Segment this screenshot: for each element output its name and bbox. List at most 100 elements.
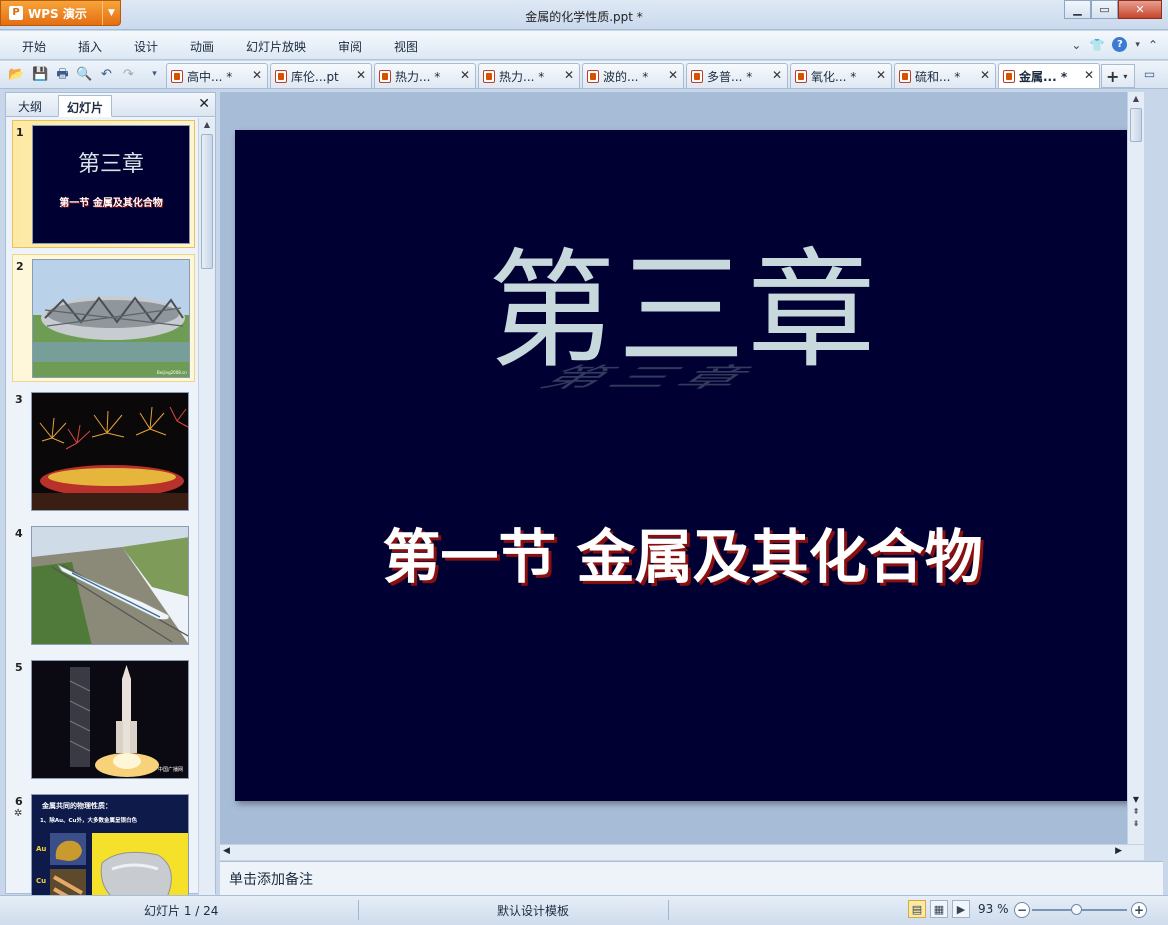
menu-slideshow[interactable]: 幻灯片放映 [246,38,306,55]
menu-animation[interactable]: 动画 [190,38,214,55]
zoom-in-icon[interactable]: + [1131,902,1147,918]
help-icon[interactable]: ? [1112,37,1128,52]
editor-horizontal-scrollbar[interactable]: ◀ ▶ [220,844,1144,860]
scroll-left-icon[interactable]: ◀ [223,846,230,856]
fireworks-image [32,393,188,510]
close-icon[interactable]: ✕ [1084,68,1094,82]
slide-thumbnail[interactable]: 2 Beijing2008.cn [12,254,195,382]
slide-thumbnail[interactable]: 6 ✲ 金属共同的物理性质： 1、除Au、Cu外，大多数金属呈银白色 Au Cu [12,790,195,895]
chevron-down-icon: ▾ [1123,71,1128,81]
menu-review[interactable]: 审阅 [338,38,362,55]
doc-tab[interactable]: 热力... * ✕ [374,63,476,88]
doc-tab[interactable]: 氧化... * ✕ [790,63,892,88]
thumbnail-list: 1 第三章 第一节 金属及其化合物 2 Beijing2008.cn 3 4 5… [6,118,198,895]
ppt-file-icon [483,69,495,83]
menu-start[interactable]: 开始 [22,38,46,55]
doc-tab[interactable]: 高中... * ✕ [166,63,268,88]
tab-list-icon[interactable]: ▭ [1141,66,1158,83]
normal-view-icon[interactable]: ▤ [908,900,926,918]
slide-subtitle[interactable]: 第一节 金属及其化合物 [235,510,1130,594]
close-button[interactable]: ✕ [1118,0,1162,19]
print-preview-icon[interactable]: 🔍 [76,66,93,83]
slide-preview [31,526,189,645]
tab-label: 氧化... * [811,69,857,84]
scroll-right-icon[interactable]: ▶ [1115,846,1122,856]
print-icon[interactable]: 🖶 [54,66,71,83]
doc-tab-active[interactable]: 金属... * ✕ [998,63,1100,88]
slide-preview: 金属共同的物理性质： 1、除Au、Cu外，大多数金属呈银白色 Au Cu [31,794,189,895]
watermark-text: 中国广播网 [158,766,183,773]
close-icon[interactable]: ✕ [668,68,678,82]
doc-tab[interactable]: 库伦...pt ✕ [270,63,372,88]
zoom-slider-knob[interactable] [1071,904,1082,915]
close-icon[interactable]: ✕ [356,68,366,82]
maximize-button[interactable]: ▭ [1091,0,1118,19]
slide-number: 4 [15,527,23,540]
doc-tab[interactable]: 硫和... * ✕ [894,63,996,88]
current-slide[interactable]: 第三章 第三章 第一节 金属及其化合物 [235,130,1130,801]
zoom-out-icon[interactable]: − [1014,902,1030,918]
tab-outline[interactable]: 大纲 [10,95,50,117]
tab-label: 高中... * [187,69,233,84]
thumb-label-cu: Cu [36,877,47,885]
doc-tab[interactable]: 热力... * ✕ [478,63,580,88]
close-icon[interactable]: ✕ [564,68,574,82]
close-icon[interactable]: ✕ [198,96,210,112]
ppt-file-icon [379,69,391,83]
open-folder-icon[interactable]: 📂 [8,66,25,83]
slide-number: 3 [15,393,23,406]
scroll-thumb[interactable] [201,134,213,269]
close-icon[interactable]: ✕ [876,68,886,82]
notes-pane[interactable]: 单击添加备注 [220,861,1163,895]
menu-insert[interactable]: 插入 [78,38,102,55]
notes-placeholder: 单击添加备注 [229,872,313,888]
scroll-up-icon[interactable]: ▲ [199,118,215,132]
close-icon[interactable]: ✕ [980,68,990,82]
ppt-file-icon [899,69,911,83]
animation-star-icon: ✲ [14,808,23,819]
skin-shirt-icon[interactable]: 👕 [1089,38,1104,52]
slide-editor: 第三章 第三章 第一节 金属及其化合物 ▲ ▼ ⇞ ⇟ ◀ ▶ [220,92,1144,860]
tab-label: 硫和... * [915,69,961,84]
slide-thumbnail[interactable]: 4 [12,522,195,650]
doc-tab[interactable]: 多普... * ✕ [686,63,788,88]
chevron-down-icon[interactable]: ▾ [1135,40,1140,50]
scroll-up-icon[interactable]: ▲ [1128,92,1144,106]
menu-design[interactable]: 设计 [134,38,158,55]
template-name: 默认设计模板 [497,904,570,918]
doc-tab[interactable]: 波的... * ✕ [582,63,684,88]
redo-icon[interactable]: ↷ [120,66,137,83]
slide-number: 1 [16,126,24,139]
close-icon[interactable]: ✕ [460,68,470,82]
slide-title[interactable]: 第三章 [235,248,1130,376]
collapse-ribbon-icon[interactable]: ⌃ [1148,38,1158,52]
thumbnail-scrollbar[interactable]: ▲ [198,118,215,895]
ppt-file-icon [795,69,807,83]
minimize-button[interactable]: ▁ [1064,0,1091,19]
tab-slides[interactable]: 幻灯片 [58,95,113,117]
scroll-thumb[interactable] [1130,108,1142,142]
close-icon[interactable]: ✕ [772,68,782,82]
slides-panel: 大纲 幻灯片 ✕ 1 第三章 第一节 金属及其化合物 2 Beijing2008… [5,92,216,895]
save-icon[interactable]: 💾 [32,66,49,83]
close-icon[interactable]: ✕ [252,68,262,82]
slideshow-icon[interactable]: ▶ [952,900,970,918]
tab-label: 金属... * [1019,69,1068,84]
slide-thumbnail[interactable]: 1 第三章 第一节 金属及其化合物 [12,120,195,248]
slide-sorter-icon[interactable]: ▦ [930,900,948,918]
slide-thumbnail[interactable]: 3 [12,388,195,516]
tab-label: 波的... * [603,69,649,84]
menu-view[interactable]: 视图 [394,38,418,55]
chevron-down-icon[interactable]: ⌄ [1071,38,1081,52]
editor-vertical-scrollbar[interactable]: ▲ ▼ ⇞ ⇟ [1127,92,1144,852]
undo-icon[interactable]: ↶ [98,66,115,83]
ppt-file-icon [587,69,599,83]
new-tab-button[interactable]: + ▾ [1101,64,1135,88]
scroll-down-icon[interactable]: ▼ ⇞ ⇟ [1128,794,1144,830]
slide-thumbnail[interactable]: 5 中国广播网 [12,656,195,784]
customize-toolbar-icon[interactable]: ▾ [146,66,163,83]
quick-toolbar: 📂 💾 🖶 🔍 ↶ ↷ ▾ 高中... * ✕ 库伦...pt ✕ 热力... * ✕… [0,61,1168,89]
slide-preview [31,392,189,511]
slide-number: 2 [16,260,24,273]
zoom-level: 93 % [978,902,1009,916]
